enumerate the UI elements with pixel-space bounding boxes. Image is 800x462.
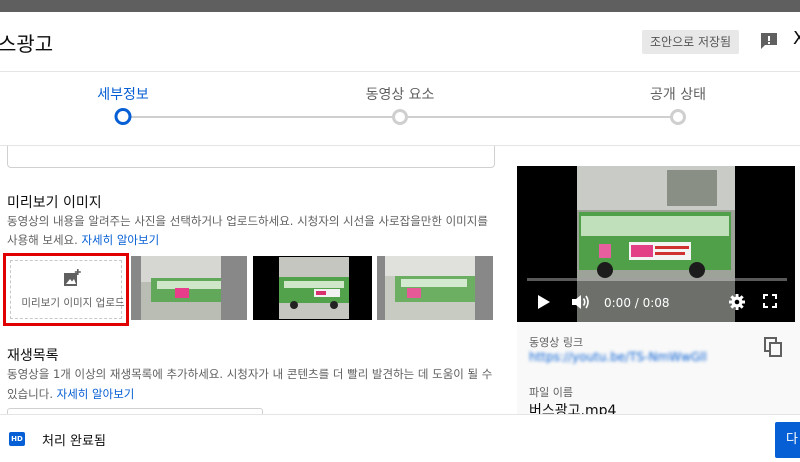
play-icon[interactable]	[537, 294, 551, 310]
thumbnail-image-2	[254, 257, 371, 319]
step-details-dot[interactable]	[114, 108, 132, 125]
step-video-elements-dot[interactable]	[392, 109, 408, 125]
step-details-label[interactable]: 세부정보	[97, 84, 149, 104]
dialog-footer: HD 처리 완료됨 다	[0, 414, 800, 462]
close-icon[interactable]: X	[793, 28, 800, 49]
thumbnail-image-3	[377, 256, 493, 320]
hd-processing-icon: HD	[9, 432, 25, 446]
player-progress-bar[interactable]	[527, 278, 787, 281]
thumbnail-description-text: 동영상의 내용을 알려주는 사진을 선택하거나 업로드하세요. 시청자의 시선을…	[7, 214, 488, 247]
save-status-badge: 조안으로 저장됨	[642, 30, 740, 54]
video-preview-panel: 0:00 / 0:08 동영상 링크 https://youtu.be/TS-N…	[517, 166, 800, 419]
dialog-header: 스광고 조안으로 저장됨 X	[0, 12, 800, 72]
settings-gear-icon[interactable]	[729, 294, 745, 310]
volume-icon[interactable]	[571, 294, 591, 310]
thumbnail-section-title: 미리보기 이미지	[7, 195, 102, 211]
progress-stepper: 세부정보 동영상 요소 공개 상태	[0, 72, 800, 146]
stepper-line	[131, 116, 393, 118]
playlist-section-title: 재생목록	[7, 348, 59, 364]
fullscreen-icon[interactable]	[763, 294, 777, 308]
player-time: 0:00 / 0:08	[604, 296, 670, 310]
video-player[interactable]: 0:00 / 0:08	[517, 166, 795, 322]
dialog-title: 스광고	[0, 32, 54, 56]
step-visibility-dot[interactable]	[670, 109, 686, 125]
thumbnail-description: 동영상의 내용을 알려주는 사진을 선택하거나 업로드하세요. 시청자의 시선을…	[7, 212, 497, 250]
thumbnail-option-1[interactable]	[131, 256, 247, 320]
thumbnail-option-2[interactable]	[253, 256, 372, 320]
thumbnail-learn-more-link[interactable]: 자세히 알아보기	[81, 233, 159, 247]
top-strip	[0, 0, 800, 12]
upload-thumbnail-dropzone: 미리보기 이미지 업로드	[10, 260, 125, 319]
step-visibility-label[interactable]: 공개 상태	[650, 84, 706, 104]
add-photo-icon	[64, 269, 81, 286]
feedback-icon[interactable]	[759, 31, 779, 51]
copy-icon[interactable]	[762, 336, 784, 358]
playlist-description: 동영상을 1개 이상의 재생목록에 추가하세요. 시청자가 내 콘텐츠를 더 빨…	[7, 364, 497, 404]
next-button[interactable]: 다	[775, 422, 800, 458]
thumbnail-image-1	[131, 256, 247, 320]
description-field[interactable]	[7, 146, 495, 168]
video-link[interactable]: https://youtu.be/TS-NmWwGll	[529, 350, 707, 364]
playlist-learn-more-link[interactable]: 자세히 알아보기	[57, 387, 135, 401]
file-name-label: 파일 이름	[529, 386, 573, 399]
upload-thumbnail-button[interactable]: 미리보기 이미지 업로드	[3, 253, 129, 326]
stepper-line	[408, 116, 670, 118]
processing-status: 처리 완료됨	[42, 434, 106, 449]
step-video-elements-label[interactable]: 동영상 요소	[366, 84, 435, 104]
thumbnail-option-3[interactable]	[377, 256, 493, 320]
upload-thumbnail-label: 미리보기 이미지 업로드	[21, 297, 125, 309]
video-link-label: 동영상 링크	[529, 336, 584, 349]
